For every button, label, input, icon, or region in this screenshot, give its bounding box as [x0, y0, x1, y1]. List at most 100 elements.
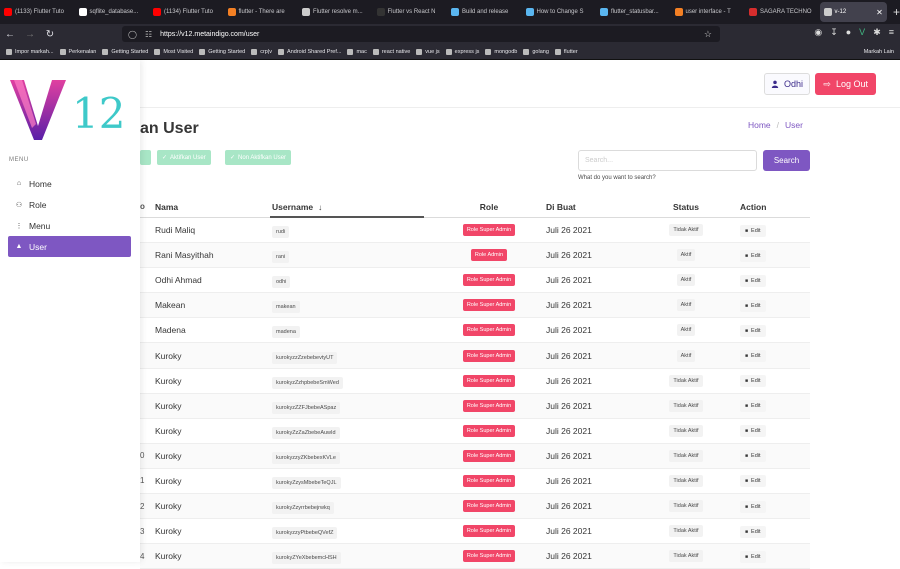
browser-tab[interactable]: Flutter vs React N — [373, 0, 448, 24]
bookmark-item[interactable]: react native — [372, 48, 410, 55]
bookmark-icon — [416, 48, 423, 55]
pocket-icon[interactable]: ◉ — [814, 27, 822, 38]
browser-tab[interactable]: flutter_statusbar... — [596, 0, 671, 24]
sidebar-item-home[interactable]: ⌂ Home — [8, 173, 131, 194]
browser-tab[interactable]: Build and release — [447, 0, 522, 24]
col-role[interactable]: Role — [436, 202, 542, 212]
edit-button[interactable]: ■ Edit — [740, 450, 766, 463]
bookmark-item[interactable]: Most Visited — [154, 48, 193, 55]
username-tag: makean — [272, 301, 300, 314]
search-input[interactable]: Search... — [578, 150, 757, 171]
deactivate-user-button[interactable]: ✓ Non Aktifkan User — [225, 150, 292, 165]
edit-button[interactable]: ■ Edit — [740, 299, 766, 312]
browser-tab[interactable]: Flutter resolve m... — [298, 0, 373, 24]
cell-dibuat: Juli 26 2021 — [546, 450, 592, 461]
cell-dibuat: Juli 26 2021 — [546, 425, 592, 436]
cell-username: kurokyzZzhpbebeSmWed — [272, 376, 436, 389]
sort-indicator-underline — [270, 216, 424, 218]
col-nama[interactable]: Nama — [155, 202, 272, 212]
sidebar-item-user[interactable]: ▲ User — [8, 236, 131, 257]
app-container: Odhi ⇨ Log Out 12 MENU ⌂ Home ⚇ Role ⋮ Menu ▲ U… — [0, 60, 900, 569]
back-icon[interactable]: ← — [0, 29, 20, 40]
reload-icon[interactable]: ↻ — [40, 29, 60, 40]
download-icon[interactable]: ↧ — [830, 27, 838, 38]
edit-button[interactable]: ■ Edit — [740, 525, 766, 538]
bookmark-item[interactable]: Impor markah... — [6, 48, 54, 55]
edit-button[interactable]: ■ Edit — [740, 274, 766, 287]
sidebar-item-menu[interactable]: ⋮ Menu — [8, 215, 131, 236]
edit-button[interactable]: ■ Edit — [740, 475, 766, 488]
browser-tab[interactable]: How to Change S — [522, 0, 597, 24]
edit-button[interactable]: ■ Edit — [740, 350, 766, 363]
breadcrumb-user[interactable]: User — [785, 120, 803, 130]
cell-action: ■ Edit — [726, 374, 810, 388]
browser-tab[interactable]: (1133) Flutter Tuto — [0, 0, 75, 24]
bookmark-item[interactable]: Perkenalan — [59, 48, 96, 55]
bookmark-item[interactable]: golang — [523, 48, 549, 55]
breadcrumb-home[interactable]: Home — [748, 120, 771, 130]
browser-tab[interactable]: sqflite_database... — [75, 0, 150, 24]
bookmark-item[interactable]: mac — [347, 48, 367, 55]
edit-button[interactable]: ■ Edit — [740, 425, 766, 438]
edit-button[interactable]: ■ Edit — [740, 224, 766, 237]
bookmark-item[interactable]: mongodb — [485, 48, 517, 55]
tab-favicon-icon — [600, 8, 608, 16]
cell-action: ■ Edit — [726, 474, 810, 488]
bookmark-icon — [6, 48, 12, 55]
cell-status: Tidak Aktif — [646, 525, 726, 538]
col-status[interactable]: Status — [646, 202, 726, 212]
status-badge: Tidak Aktif — [669, 474, 703, 487]
browser-tab[interactable]: v-12 ✕ — [819, 2, 888, 22]
bookmark-item[interactable]: Android Shared Pref... — [278, 48, 341, 55]
browser-tab[interactable]: user interface - T — [671, 0, 746, 24]
other-bookmarks[interactable]: Markah Lain — [864, 49, 894, 55]
edit-button[interactable]: ■ Edit — [740, 249, 766, 262]
cell-action: ■ Edit — [726, 224, 810, 237]
bookmark-item[interactable]: flutter — [554, 48, 578, 55]
cell-action: ■ Edit — [726, 299, 810, 312]
edit-button[interactable]: ■ Edit — [740, 324, 766, 337]
cell-username: kurokyzZZFJbebeASpaz — [272, 401, 436, 414]
browser-tab[interactable]: flutter - There are — [224, 0, 299, 24]
account-icon[interactable]: ● — [846, 27, 851, 38]
status-badge: Aktif — [676, 274, 696, 287]
forward-icon[interactable]: → — [20, 29, 40, 40]
cell-role: Role Super Admin — [436, 449, 542, 462]
edit-button[interactable]: ■ Edit — [740, 550, 766, 563]
role-badge: Role Super Admin — [462, 550, 516, 563]
activate-user-button[interactable]: ✓ Aktifkan User — [157, 150, 211, 165]
edit-button[interactable]: ■ Edit — [740, 500, 766, 513]
new-tab-icon[interactable]: + — [893, 5, 900, 19]
star-icon[interactable]: ☆ — [704, 29, 712, 40]
user-profile-button[interactable]: Odhi — [763, 73, 810, 95]
col-no[interactable]: o — [140, 202, 155, 211]
edit-icon: ■ — [745, 252, 749, 259]
status-badge: Tidak Aktif — [669, 224, 703, 237]
cell-role: Role Super Admin — [436, 324, 542, 337]
search-button[interactable]: Search — [763, 150, 810, 171]
bookmark-item[interactable]: Getting Started — [102, 48, 148, 55]
logout-button[interactable]: ⇨ Log Out — [815, 73, 876, 95]
close-tab-icon[interactable]: ✕ — [876, 8, 883, 17]
browser-tab[interactable]: SAGARA TECHNO — [745, 0, 820, 24]
add-user-button[interactable] — [140, 150, 151, 165]
bookmark-item[interactable]: express js — [445, 48, 479, 55]
cell-dibuat: Juli 26 2021 — [546, 275, 592, 286]
bookmark-item[interactable]: vue js — [416, 48, 440, 55]
table-row: Madena madena Role Super Admin Juli 26 2021… — [140, 318, 810, 344]
vue-extension-icon[interactable]: V — [859, 27, 865, 38]
edit-icon: ■ — [745, 478, 749, 485]
edit-button[interactable]: ■ Edit — [740, 375, 766, 388]
bookmark-item[interactable]: crp|v — [251, 48, 272, 55]
hamburger-menu-icon[interactable]: ≡ — [889, 27, 894, 38]
bookmark-item[interactable]: Getting Started — [199, 48, 245, 55]
edit-button[interactable]: ■ Edit — [740, 400, 766, 413]
extensions-icon[interactable]: ✱ — [873, 27, 881, 38]
browser-tab[interactable]: (1134) Flutter Tuto — [149, 0, 224, 24]
col-username[interactable]: Username ↓ — [272, 202, 436, 212]
address-bar[interactable]: ◯ ☷ https://v12.metaindigo.com/user ☆ — [122, 26, 720, 42]
user-icon: ▲ — [15, 243, 23, 250]
col-dibuat[interactable]: Di Buat — [542, 202, 646, 212]
sidebar-item-role[interactable]: ⚇ Role — [8, 194, 131, 215]
check-icon: ✓ — [162, 155, 168, 161]
